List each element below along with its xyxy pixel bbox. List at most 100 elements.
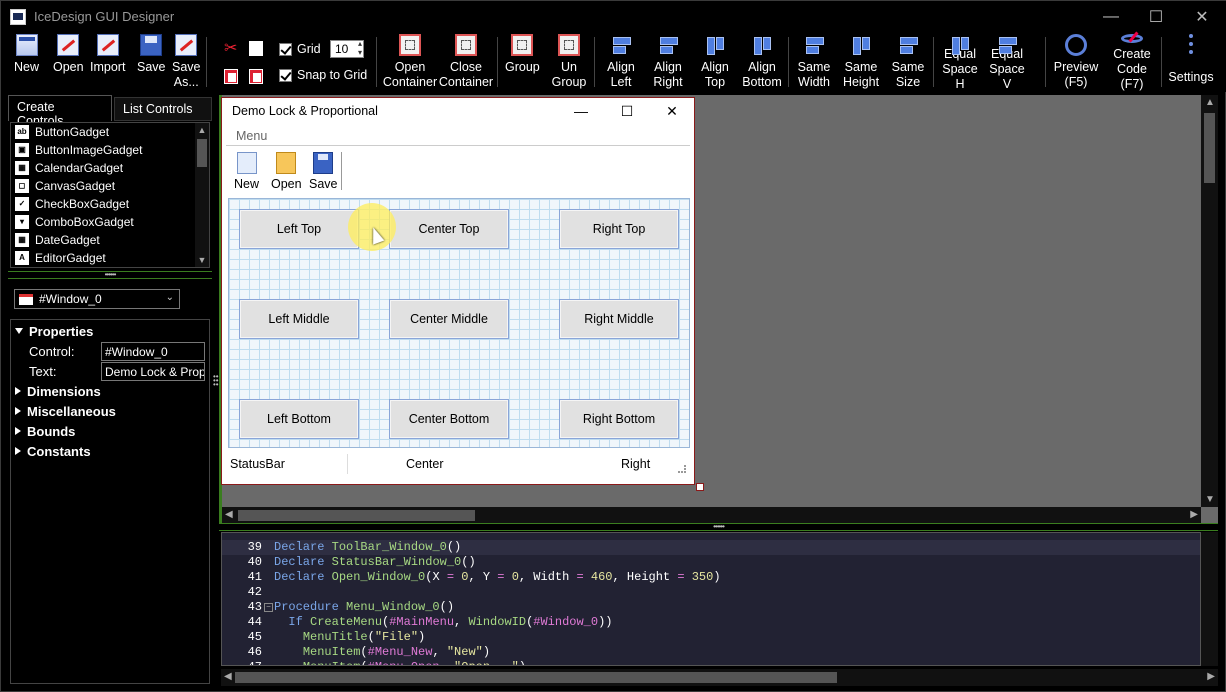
form-save-tool[interactable]: Save [309, 152, 338, 191]
minimize-button[interactable]: — [1088, 1, 1134, 32]
right-top-button[interactable]: Right Top [559, 209, 679, 249]
form-new-tool[interactable]: New [234, 152, 259, 191]
scroll-left-icon[interactable]: ◀ [224, 671, 232, 682]
gadget-list-item[interactable]: ▦ DateGadget [11, 231, 209, 249]
code-line[interactable]: 44 If CreateMenu(#MainMenu, WindowID(#Wi… [222, 615, 1200, 630]
gadget-list-item[interactable]: A EditorGadget [11, 249, 209, 267]
form-resize-handle[interactable] [696, 483, 704, 491]
code-line[interactable]: 41 Declare Open_Window_0(X = 0, Y = 0, Wi… [222, 570, 1200, 585]
code-line[interactable]: 39 Declare ToolBar_Window_0() [222, 540, 1200, 555]
save-as-button[interactable]: Save As... [172, 34, 201, 92]
group-button[interactable]: Group [505, 34, 540, 92]
property-section[interactable]: Constants [11, 441, 91, 461]
center-top-button[interactable]: Center Top [389, 209, 509, 249]
scrollbar-thumb[interactable] [235, 672, 837, 683]
form-minimize-icon[interactable]: — [558, 98, 604, 124]
control-field[interactable]: #Window_0 [101, 342, 205, 361]
align-right-button[interactable]: Align Right [651, 34, 685, 92]
code-line[interactable]: 42 [222, 585, 1200, 600]
new-button[interactable]: New [14, 34, 39, 92]
left-middle-button[interactable]: Left Middle [239, 299, 359, 339]
paste-button[interactable] [224, 69, 238, 84]
fold-toggle-icon[interactable]: − [264, 603, 273, 612]
grid-size-spinner[interactable]: 10 [330, 39, 364, 58]
code-line[interactable]: 47 MenuItem(#Menu_Open, "Open...") [222, 660, 1200, 665]
delete-button[interactable] [249, 69, 263, 84]
code-vertical-scrollbar[interactable] [1201, 532, 1218, 666]
gadget-list-item[interactable]: ✓ CheckBoxGadget [11, 195, 209, 213]
form-statusbar[interactable]: StatusBar Center Right [226, 452, 690, 476]
open-button[interactable]: Open [53, 34, 84, 92]
same-width-button[interactable]: Same Width [796, 34, 832, 92]
scroll-right-icon[interactable]: ▶ [1207, 671, 1215, 682]
same-height-button[interactable]: Same Height [843, 34, 879, 92]
maximize-button[interactable]: ☐ [1133, 1, 1179, 32]
scroll-right-icon[interactable]: ▶ [1190, 509, 1198, 520]
code-line[interactable]: 43− Procedure Menu_Window_0() [222, 600, 1200, 615]
designer-vertical-scrollbar[interactable]: ▲ ▼ [1201, 95, 1218, 507]
gadget-list-item[interactable]: ▦ CalendarGadget [11, 159, 209, 177]
cut-button[interactable] [224, 41, 240, 57]
tab-create-controls[interactable]: Create Controls [8, 95, 112, 128]
align-top-button[interactable]: Align Top [699, 34, 731, 92]
right-bottom-button[interactable]: Right Bottom [559, 399, 679, 439]
gadget-list-item[interactable]: ab ButtonGadget [11, 123, 209, 141]
align-bottom-button[interactable]: Align Bottom [741, 34, 783, 92]
close-button[interactable]: ✕ [1179, 1, 1225, 32]
form-toolbar[interactable]: New Open Save [226, 148, 690, 194]
form-grid-area[interactable]: Left Top Center Top Right Top Left Middl… [228, 198, 690, 448]
open-container-button[interactable]: Open Container [383, 34, 437, 92]
gadget-list-item[interactable]: ▣ ButtonImageGadget [11, 141, 209, 159]
code-horizontal-scrollbar[interactable]: ◀ ▶ [221, 669, 1218, 686]
panel-splitter[interactable]: •••••• [8, 271, 212, 279]
code-line[interactable]: 40 Declare StatusBar_Window_0() [222, 555, 1200, 570]
properties-section[interactable]: Properties [11, 321, 93, 341]
center-bottom-button[interactable]: Center Bottom [389, 399, 509, 439]
design-form-window[interactable]: Demo Lock & Proportional — ☐ ✕ Menu New … [221, 97, 695, 485]
settings-button[interactable]: Settings [1168, 34, 1214, 92]
chevron-down-icon[interactable]: ⌄ [166, 292, 174, 303]
code-editor[interactable]: 39 Declare ToolBar_Window_0() 40 Declare St… [221, 532, 1201, 666]
designer-horizontal-scrollbar[interactable]: ◀ ▶ [222, 507, 1201, 523]
form-maximize-icon[interactable]: ☐ [604, 98, 650, 124]
center-middle-button[interactable]: Center Middle [389, 299, 509, 339]
snap-to-grid-checkbox[interactable]: Snap to Grid [279, 68, 367, 82]
vertical-splitter[interactable]: •••••• [212, 95, 219, 685]
property-section[interactable]: Dimensions [11, 381, 101, 401]
left-top-button[interactable]: Left Top [239, 209, 359, 249]
form-menu[interactable]: Menu [226, 126, 690, 146]
save-button[interactable]: Save [137, 34, 166, 92]
scrollbar-thumb[interactable] [238, 510, 475, 521]
ungroup-button[interactable]: Un Group [552, 34, 586, 92]
form-close-icon[interactable]: ✕ [649, 98, 695, 124]
grid-checkbox[interactable]: Grid [279, 42, 321, 56]
align-left-button[interactable]: Align Left [605, 34, 637, 92]
same-size-button[interactable]: Same Size [891, 34, 925, 92]
code-line[interactable]: 46 MenuItem(#Menu_New, "New") [222, 645, 1200, 660]
equal-space-v-button[interactable]: Equal Space V [984, 34, 1030, 92]
gadget-list-item[interactable]: ◻ CanvasGadget [11, 177, 209, 195]
scrollbar-thumb[interactable] [197, 139, 207, 167]
copy-button[interactable] [249, 41, 263, 56]
scroll-down-icon[interactable]: ▼ [1205, 494, 1215, 505]
form-title-bar[interactable]: Demo Lock & Proportional — ☐ ✕ [222, 98, 694, 124]
scroll-up-icon[interactable]: ▲ [1205, 97, 1215, 108]
scrollbar-thumb[interactable] [1204, 113, 1215, 183]
tab-list-controls[interactable]: List Controls [114, 97, 212, 121]
gadget-list-item[interactable]: ▾ ComboBoxGadget [11, 213, 209, 231]
grid-size-value[interactable]: 10 [330, 39, 364, 58]
preview-button[interactable]: Preview (F5) [1054, 34, 1098, 92]
resize-grip-icon[interactable] [678, 465, 686, 473]
equal-space-h-button[interactable]: Equal Space H [937, 34, 983, 92]
scroll-left-icon[interactable]: ◀ [225, 509, 233, 520]
text-field[interactable]: Demo Lock & Prop [101, 362, 205, 381]
right-middle-button[interactable]: Right Middle [559, 299, 679, 339]
gadget-list-scrollbar[interactable]: ▲ ▼ [195, 123, 209, 267]
window-select[interactable]: #Window_0 ⌄ [14, 289, 180, 309]
scroll-up-icon[interactable]: ▲ [195, 123, 209, 137]
close-container-button[interactable]: Close Container [438, 34, 494, 92]
scroll-down-icon[interactable]: ▼ [195, 253, 209, 267]
property-section[interactable]: Bounds [11, 421, 75, 441]
left-bottom-button[interactable]: Left Bottom [239, 399, 359, 439]
form-open-tool[interactable]: Open [271, 152, 302, 191]
